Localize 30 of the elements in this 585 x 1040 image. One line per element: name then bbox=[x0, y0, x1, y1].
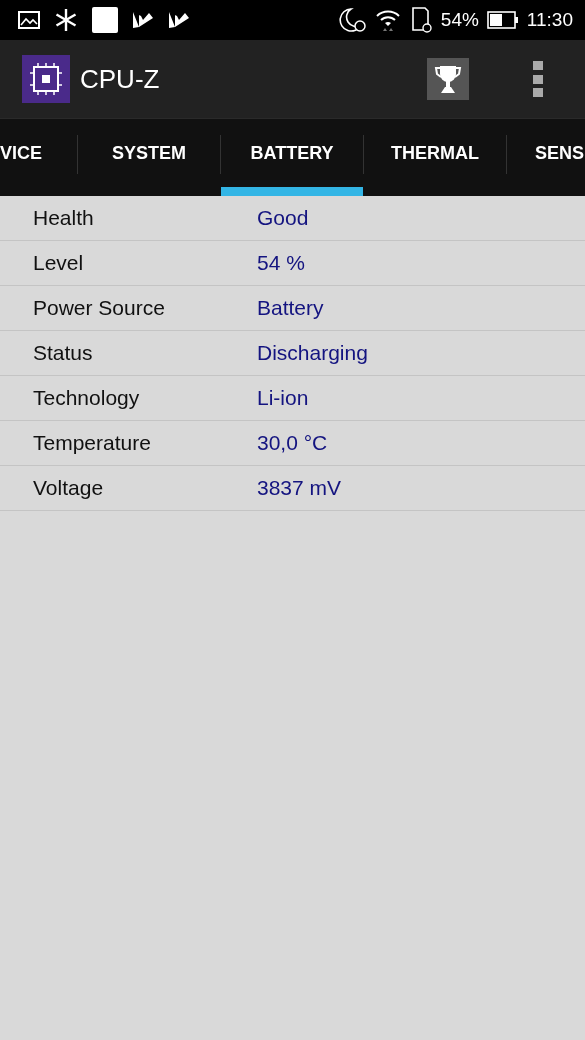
tab[interactable]: SENS bbox=[507, 119, 584, 196]
property-value: Battery bbox=[257, 296, 324, 320]
property-value: Discharging bbox=[257, 341, 368, 365]
property-value: Good bbox=[257, 206, 309, 230]
battery-icon bbox=[486, 11, 519, 29]
wifi-icon bbox=[374, 8, 401, 32]
property-label: Health bbox=[32, 206, 95, 230]
square-icon bbox=[92, 7, 118, 33]
tab[interactable]: SYSTEM bbox=[78, 119, 220, 196]
clock-time: 11:30 bbox=[526, 9, 573, 31]
tab[interactable]: VICE bbox=[0, 119, 77, 196]
trophy-button[interactable] bbox=[427, 58, 469, 100]
property-value: Li-ion bbox=[257, 386, 309, 410]
property-label: Technology bbox=[32, 386, 141, 410]
property-value: 3837 mV bbox=[257, 476, 342, 500]
image-icon bbox=[18, 11, 40, 29]
app-title: CPU-Z bbox=[80, 63, 161, 95]
property-label: Temperature bbox=[32, 431, 152, 455]
property-value: 30,0 °C bbox=[257, 431, 328, 455]
property-label: Level bbox=[32, 251, 85, 275]
property-label: Voltage bbox=[32, 476, 105, 500]
tab[interactable]: THERMAL bbox=[364, 119, 506, 196]
chip-icon bbox=[22, 55, 70, 103]
moon-alarm-icon bbox=[338, 7, 367, 33]
property-label: Status bbox=[32, 341, 94, 365]
battery-percent: 54% bbox=[440, 9, 479, 31]
overflow-menu-button[interactable] bbox=[533, 61, 545, 97]
property-label: Power Source bbox=[32, 296, 166, 320]
property-value: 54 % bbox=[257, 251, 305, 275]
tab[interactable]: BATTERY bbox=[221, 119, 363, 196]
